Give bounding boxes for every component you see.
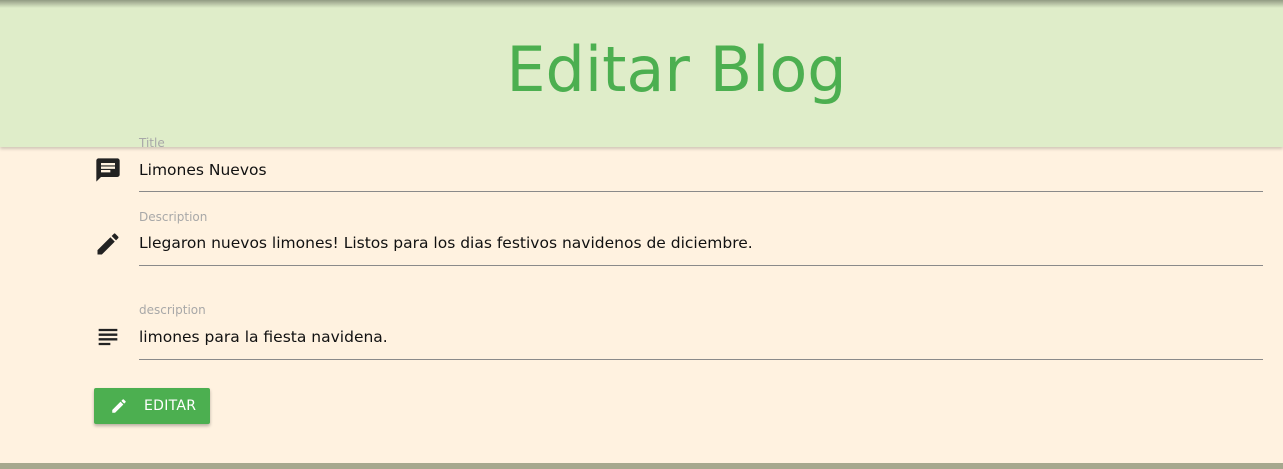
edit-blog-form: Title Limones Nuevos Description Llegaro… bbox=[0, 0, 1283, 469]
subject-icon bbox=[94, 323, 122, 351]
description-field-label: Description bbox=[139, 210, 208, 224]
content-field-label: description bbox=[139, 303, 206, 317]
pencil-icon bbox=[94, 230, 122, 258]
content-textarea-underline bbox=[139, 359, 1263, 360]
title-input[interactable]: Limones Nuevos bbox=[139, 161, 267, 179]
edit-button[interactable]: EDITAR bbox=[94, 388, 210, 424]
title-input-underline bbox=[139, 191, 1263, 192]
description-input[interactable]: Llegaron nuevos limones! Listos para los… bbox=[139, 234, 753, 252]
page: Editar Blog Title Limones Nuevos Descrip… bbox=[0, 0, 1283, 469]
content-textarea[interactable]: limones para la fiesta navidena. bbox=[139, 328, 388, 346]
description-input-underline bbox=[139, 265, 1263, 266]
message-icon bbox=[94, 156, 122, 184]
pencil-icon bbox=[110, 397, 128, 415]
top-shadow bbox=[0, 0, 1283, 8]
edit-button-label: EDITAR bbox=[144, 398, 197, 414]
title-field-label: Title bbox=[139, 136, 165, 150]
